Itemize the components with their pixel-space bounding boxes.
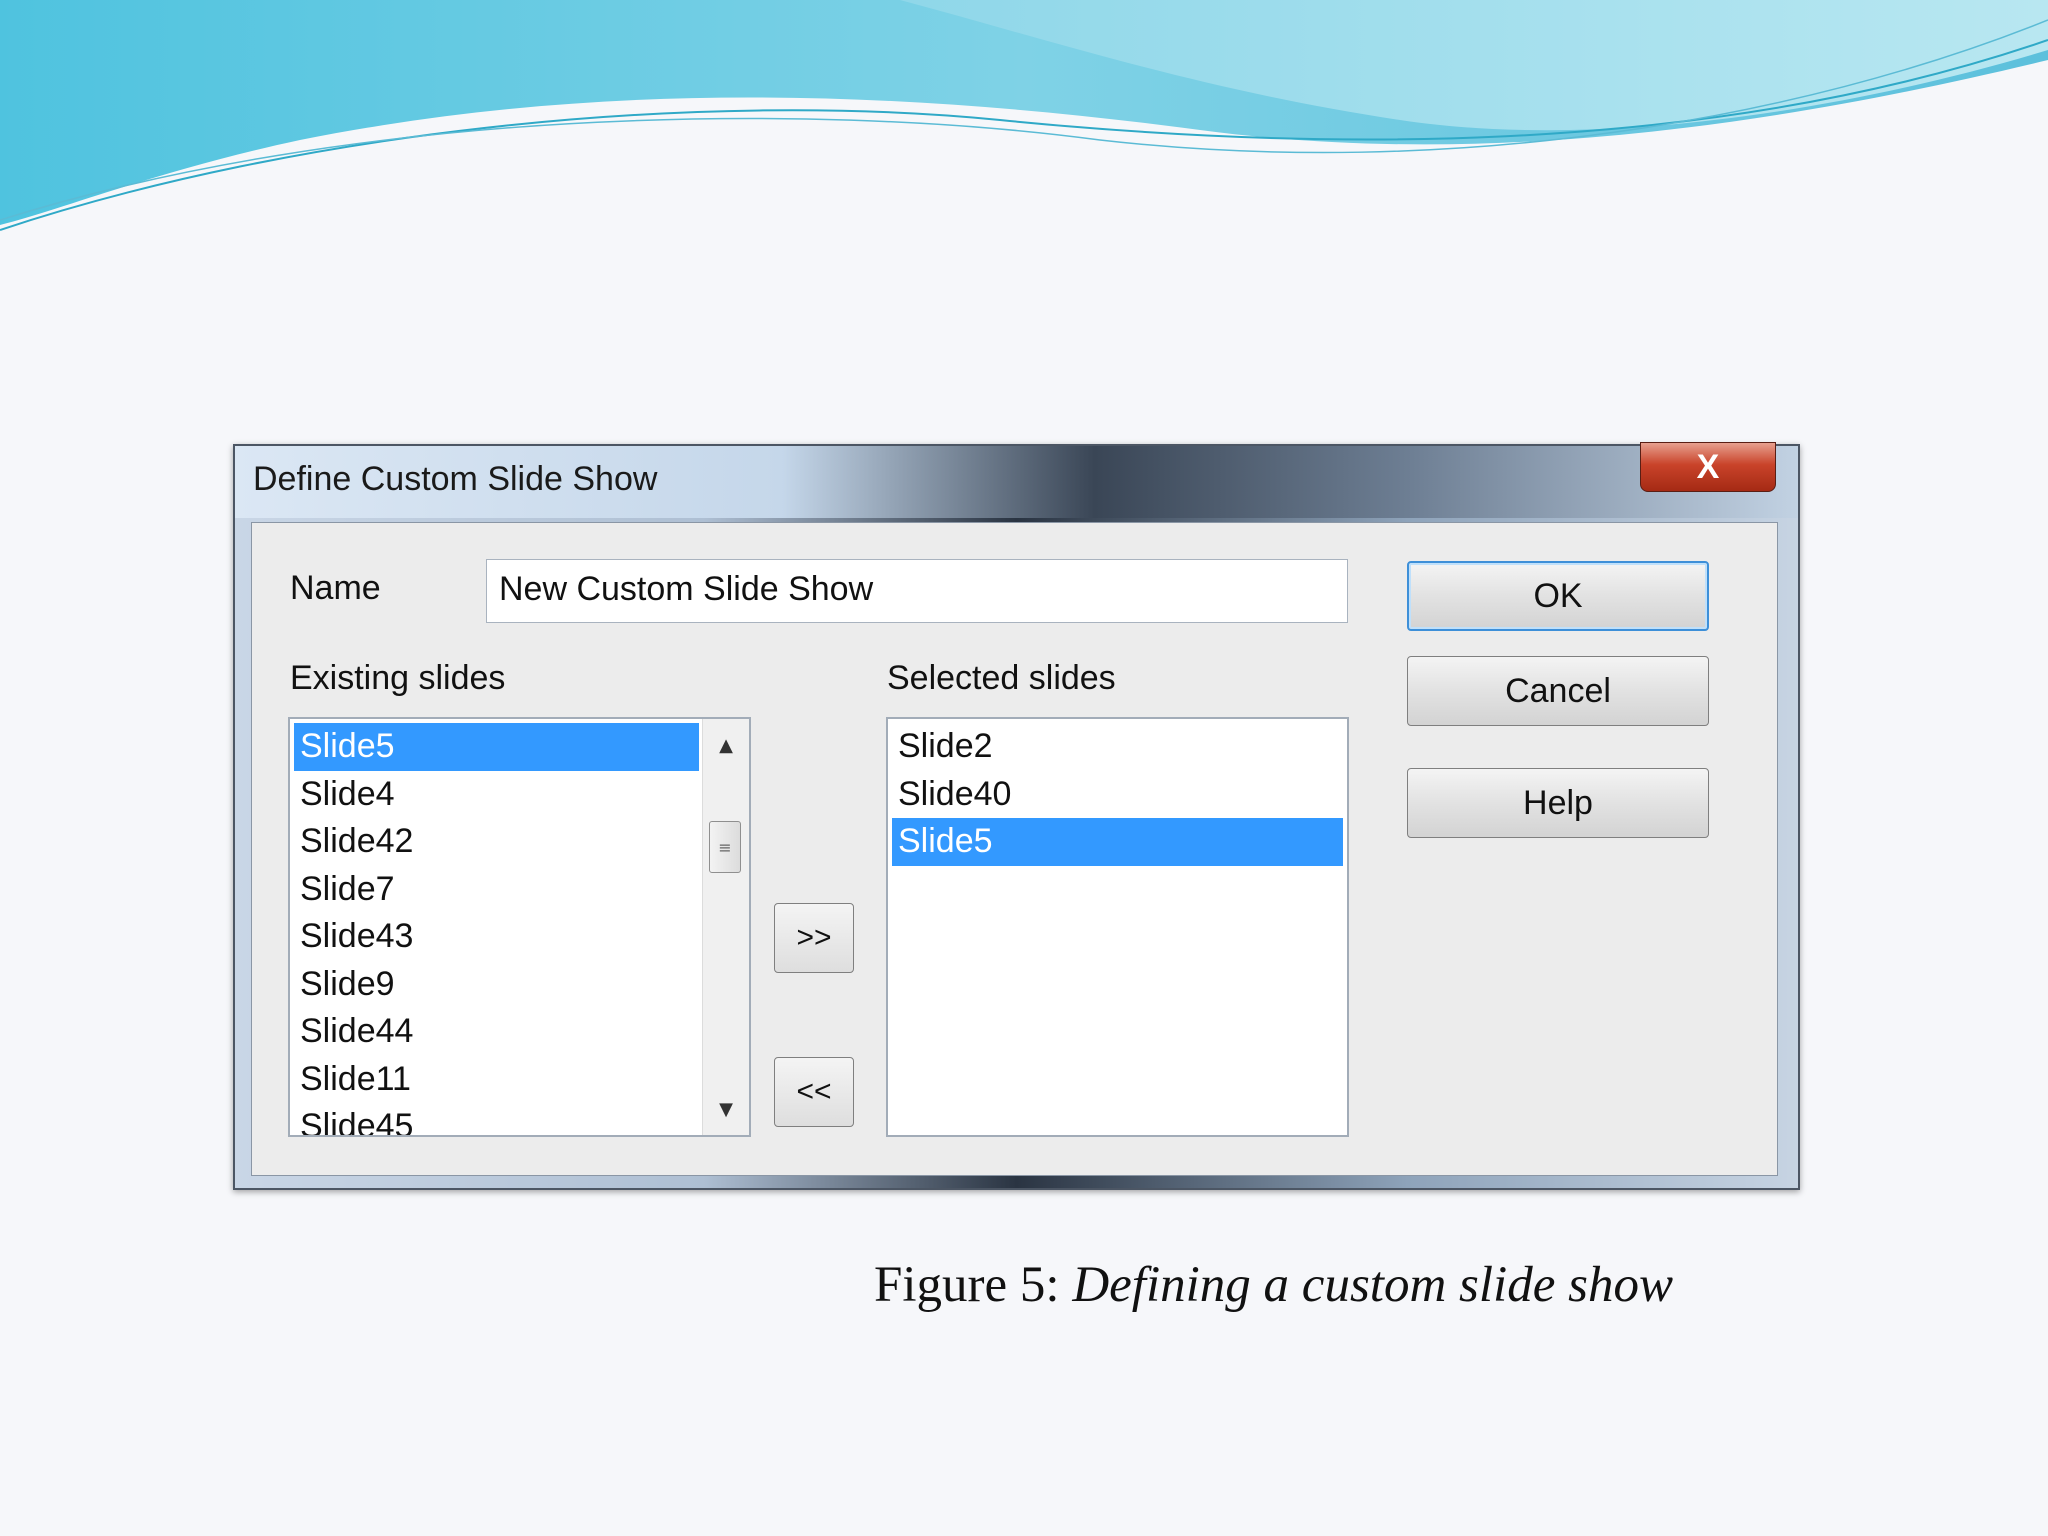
caption-text: Defining a custom slide show xyxy=(1072,1257,1673,1313)
title-bar[interactable]: Define Custom Slide Show X xyxy=(235,442,1798,518)
existing-list-item[interactable]: Slide42 xyxy=(294,818,699,866)
caption-prefix: Figure 5: xyxy=(874,1257,1073,1313)
selected-list-item[interactable]: Slide2 xyxy=(892,723,1343,771)
existing-slides-items: Slide5 Slide4 Slide42 Slide7 Slide43 Slide9 Sl… xyxy=(294,723,699,1135)
existing-list-item[interactable]: Slide43 xyxy=(294,913,699,961)
existing-slides-scrollbar[interactable]: ▲ ≡ ▼ xyxy=(702,719,749,1135)
cancel-button[interactable]: Cancel xyxy=(1407,656,1709,726)
name-label: Name xyxy=(290,569,381,607)
dialog-title: Define Custom Slide Show xyxy=(253,460,658,498)
existing-list-item[interactable]: Slide45 xyxy=(294,1103,699,1135)
existing-slides-list[interactable]: Slide5 Slide4 Slide42 Slide7 Slide43 Slide9 Sl… xyxy=(288,717,751,1137)
scroll-down-arrow-icon[interactable]: ▼ xyxy=(703,1087,749,1131)
existing-slides-label: Existing slides xyxy=(290,659,506,697)
help-button[interactable]: Help xyxy=(1407,768,1709,838)
define-custom-slide-show-dialog: Define Custom Slide Show X Name New Cust… xyxy=(233,442,1800,1190)
existing-list-item[interactable]: Slide11 xyxy=(294,1056,699,1104)
grip-icon: ≡ xyxy=(718,837,732,857)
selected-list-item[interactable]: Slide5 xyxy=(892,818,1343,866)
existing-list-item[interactable]: Slide9 xyxy=(294,961,699,1009)
selected-list-item[interactable]: Slide40 xyxy=(892,771,1343,819)
remove-slide-button[interactable]: << xyxy=(774,1057,854,1127)
existing-list-item[interactable]: Slide4 xyxy=(294,771,699,819)
selected-slides-items: Slide2 Slide40 Slide5 xyxy=(892,723,1343,866)
existing-list-item[interactable]: Slide7 xyxy=(294,866,699,914)
figure-caption: Figure 5: Defining a custom slide show xyxy=(874,1256,1673,1314)
ok-button[interactable]: OK xyxy=(1407,561,1709,631)
existing-list-item[interactable]: Slide44 xyxy=(294,1008,699,1056)
dialog-client-area: Name New Custom Slide Show OK Cancel Hel… xyxy=(251,522,1778,1176)
add-slide-button[interactable]: >> xyxy=(774,903,854,973)
close-button[interactable]: X xyxy=(1640,442,1776,492)
selected-slides-list[interactable]: Slide2 Slide40 Slide5 xyxy=(886,717,1349,1137)
scroll-thumb[interactable]: ≡ xyxy=(709,821,741,873)
close-icon: X xyxy=(1696,447,1720,486)
scroll-up-arrow-icon[interactable]: ▲ xyxy=(703,723,749,767)
existing-list-item[interactable]: Slide5 xyxy=(294,723,699,771)
name-field[interactable]: New Custom Slide Show xyxy=(486,559,1348,623)
selected-slides-label: Selected slides xyxy=(887,659,1116,697)
